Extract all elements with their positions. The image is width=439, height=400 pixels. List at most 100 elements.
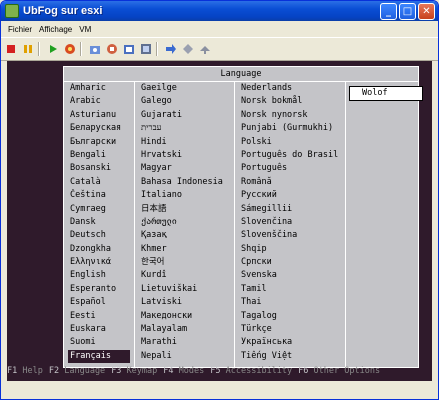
language-option[interactable]: Dansk <box>64 216 134 229</box>
language-option[interactable]: ქართული <box>135 216 234 229</box>
snapshot-icon[interactable] <box>88 42 102 56</box>
language-option[interactable]: Русский <box>235 189 345 202</box>
language-option[interactable]: Punjabi (Gurmukhi) <box>235 122 345 135</box>
language-option[interactable]: 中文(简体) <box>356 100 422 101</box>
menu-affichage[interactable]: Affichage <box>39 25 72 34</box>
menu-fichier[interactable]: Fichier <box>8 25 32 34</box>
vm-window: UbFog sur esxi _ □ ✕ Fichier Affichage V… <box>0 0 439 400</box>
close-button[interactable]: ✕ <box>418 3 435 20</box>
language-option[interactable]: Tamil <box>235 283 345 296</box>
language-option[interactable]: Bengali <box>64 149 134 162</box>
language-option[interactable]: Беларуская <box>64 122 134 135</box>
language-option[interactable]: 한국어 <box>135 256 234 269</box>
language-option[interactable]: Norsk nynorsk <box>235 109 345 122</box>
language-option[interactable]: Wolof <box>356 87 422 99</box>
fkey-label: Help <box>22 366 43 376</box>
language-option[interactable]: 日本語 <box>135 203 234 216</box>
fkey-f6[interactable]: F6 Other Options <box>298 366 380 376</box>
language-option[interactable]: Українська <box>235 336 345 349</box>
language-option[interactable]: Sámegillii <box>235 203 345 216</box>
language-option[interactable]: Gujarati <box>135 109 234 122</box>
language-option[interactable]: Français <box>68 349 130 364</box>
vm-console[interactable]: Language Amharic Arabic Asturianu Беларуска… <box>7 61 432 381</box>
menu-vm[interactable]: VM <box>79 25 91 34</box>
language-option[interactable]: Slovenščina <box>235 229 345 242</box>
connect-icon[interactable] <box>164 42 178 56</box>
revert-icon[interactable] <box>105 42 119 56</box>
fkey-f1[interactable]: F1 Help <box>7 366 43 376</box>
language-option[interactable]: Қазақ <box>135 229 234 242</box>
language-option[interactable]: Euskara <box>64 323 134 336</box>
language-option[interactable]: Norsk bokmål <box>235 95 345 108</box>
language-option[interactable]: Magyar <box>135 162 234 175</box>
language-column-4-list: Wolof中文(简体)中文(繁體) <box>349 86 423 102</box>
language-option[interactable]: Nederlands <box>235 82 345 95</box>
fkey-f4[interactable]: F4 Modes <box>163 366 204 376</box>
language-option[interactable]: Polski <box>235 136 345 149</box>
language-option[interactable]: Malayalam <box>135 323 234 336</box>
language-option[interactable]: Dzongkha <box>64 243 134 256</box>
language-option[interactable]: Latviski <box>135 296 234 309</box>
language-option[interactable]: Română <box>235 176 345 189</box>
language-option[interactable]: Esperanto <box>64 283 134 296</box>
language-option[interactable]: Eesti <box>64 310 134 323</box>
language-option[interactable]: Slovenčina <box>235 216 345 229</box>
stop-icon[interactable] <box>4 42 18 56</box>
language-option[interactable]: Português <box>235 162 345 175</box>
language-option[interactable]: Amharic <box>64 82 134 95</box>
manage-snapshots-icon[interactable] <box>122 42 136 56</box>
language-option[interactable]: Català <box>64 176 134 189</box>
fkey-f5[interactable]: F5 Accessibility <box>210 366 292 376</box>
language-option[interactable]: Suomi <box>64 336 134 349</box>
minimize-button[interactable]: _ <box>380 3 397 20</box>
maximize-button[interactable]: □ <box>399 3 416 20</box>
fkey-f2[interactable]: F2 Language <box>49 366 105 376</box>
console-icon[interactable] <box>139 42 153 56</box>
play-icon[interactable] <box>46 42 60 56</box>
language-option[interactable]: Tagalog <box>235 310 345 323</box>
language-option[interactable]: עברית <box>135 122 234 135</box>
language-option[interactable]: Shqip <box>235 243 345 256</box>
fkey-key: F2 <box>48 366 60 376</box>
language-option[interactable]: Khmer <box>135 243 234 256</box>
devices-icon[interactable] <box>198 42 212 56</box>
language-option[interactable]: English <box>64 269 134 282</box>
fkey-key: F4 <box>163 366 174 376</box>
settings-icon[interactable] <box>181 42 195 56</box>
language-option[interactable]: Galego <box>135 95 234 108</box>
language-option[interactable]: Türkçe <box>235 323 345 336</box>
fkey-label: Keymap <box>126 366 158 376</box>
fkey-label: Modes <box>178 366 205 376</box>
language-option[interactable]: Ελληνικά <box>64 256 134 269</box>
language-option[interactable]: Cymraeg <box>64 203 134 216</box>
title-bar[interactable]: UbFog sur esxi _ □ ✕ <box>1 1 438 21</box>
language-option[interactable]: Bahasa Indonesia <box>135 176 234 189</box>
language-option[interactable]: Arabic <box>64 95 134 108</box>
language-column-4: Wolof中文(简体)中文(繁體) <box>346 82 423 367</box>
language-option[interactable]: Español <box>64 296 134 309</box>
language-option[interactable]: Gaeilge <box>135 82 234 95</box>
language-option[interactable]: Kurdî <box>135 269 234 282</box>
fkey-key: F3 <box>111 366 122 376</box>
language-option[interactable]: Português do Brasil <box>235 149 345 162</box>
language-option[interactable]: Deutsch <box>64 229 134 242</box>
language-option[interactable]: Tiếng Việt <box>235 350 345 363</box>
language-option[interactable]: Bosanski <box>64 162 134 175</box>
language-option[interactable]: Български <box>64 136 134 149</box>
window-title: UbFog sur esxi <box>23 5 103 17</box>
language-option[interactable]: Svenska <box>235 269 345 282</box>
language-option[interactable]: Hrvatski <box>135 149 234 162</box>
language-option[interactable]: Italiano <box>135 189 234 202</box>
language-option[interactable]: Thai <box>235 296 345 309</box>
language-option[interactable]: Српски <box>235 256 345 269</box>
language-option[interactable]: Македонски <box>135 310 234 323</box>
pause-icon[interactable] <box>21 42 35 56</box>
language-option[interactable]: Asturianu <box>64 109 134 122</box>
language-option[interactable]: Nepali <box>135 350 234 363</box>
language-option[interactable]: Marathi <box>135 336 234 349</box>
language-option[interactable]: Čeština <box>64 189 134 202</box>
language-option[interactable]: Hindi <box>135 136 234 149</box>
language-option[interactable]: Lietuviškai <box>135 283 234 296</box>
fkey-f3[interactable]: F3 Keymap <box>111 366 157 376</box>
reset-icon[interactable] <box>63 42 77 56</box>
